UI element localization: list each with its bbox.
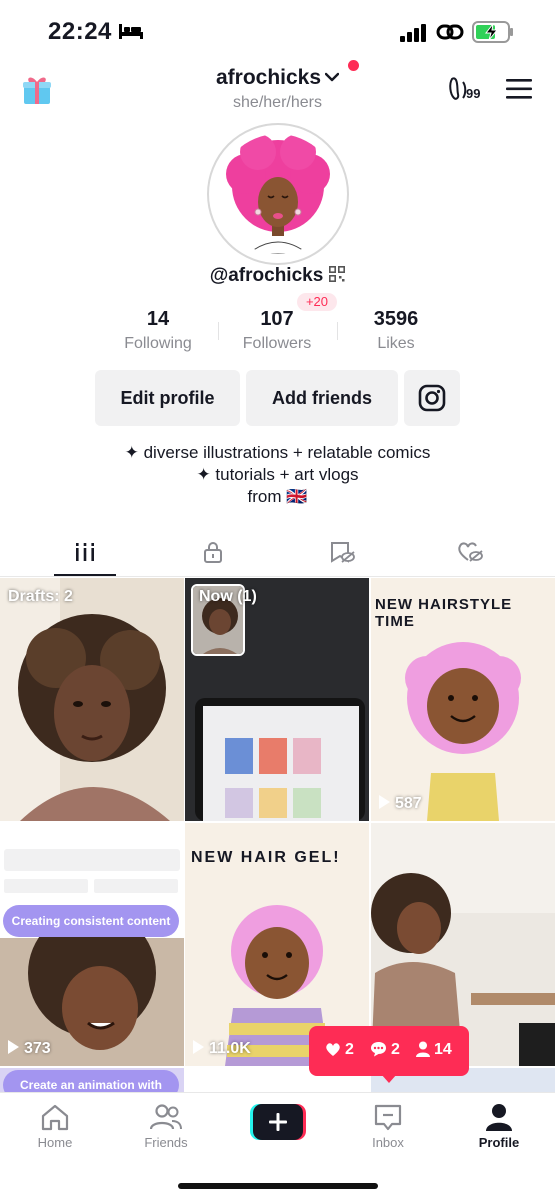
tile-caption: Creating consistent content — [3, 905, 179, 937]
likes-count: 3596 — [373, 308, 419, 330]
nav-friends[interactable]: Friends — [126, 1103, 206, 1150]
bio-line: ✦ tutorials + art vlogs — [196, 465, 359, 484]
drafts-tile[interactable]: Drafts: 2 — [0, 578, 184, 821]
lock-icon — [204, 542, 222, 563]
notif-followers: 14 — [416, 1041, 452, 1059]
video-thumbnail — [0, 823, 184, 1066]
video-tile[interactable]: NEW HAIRSTYLE TIME 587 — [371, 578, 555, 821]
tab-divider — [0, 576, 555, 577]
view-count-value: 587 — [395, 795, 422, 812]
now-label: Now (1) — [199, 588, 257, 605]
bio-line: from 🇬🇧 — [247, 487, 308, 506]
notification-pointer — [381, 1074, 397, 1083]
handle-text: @afrochicks — [209, 265, 324, 286]
tab-liked[interactable] — [438, 536, 500, 576]
battery-charging-icon — [472, 21, 513, 43]
tab-videos[interactable] — [54, 536, 116, 576]
status-time: 22:24 — [48, 18, 112, 45]
stat-likes[interactable]: 3596 Likes — [336, 308, 456, 353]
notif-comments: 2 — [370, 1041, 400, 1059]
profile-views-count: 99 — [466, 86, 481, 101]
view-count: 373 — [8, 1040, 51, 1058]
avatar[interactable] — [218, 134, 338, 254]
profile-handle: @afrochicks — [0, 265, 555, 287]
view-count: 11.0K — [193, 1040, 251, 1058]
profile-views-button[interactable]: 99 — [448, 76, 488, 104]
inbox-icon — [374, 1104, 402, 1131]
heart-hidden-icon — [458, 542, 483, 562]
video-thumbnail — [0, 578, 184, 821]
view-count-value: 373 — [24, 1040, 51, 1057]
chevron-down-icon — [325, 72, 340, 82]
stat-following[interactable]: 14 Following — [98, 308, 218, 353]
video-tile[interactable]: Create an animation with — [0, 1068, 184, 1092]
drafts-label: Drafts: 2 — [8, 588, 73, 605]
now-tile[interactable]: Now (1) — [185, 578, 369, 821]
nav-profile[interactable]: Profile — [459, 1103, 539, 1150]
friends-icon — [150, 1104, 182, 1130]
instagram-button[interactable] — [404, 370, 460, 426]
likes-count-value: 2 — [345, 1041, 354, 1058]
nav-home-label: Home — [37, 1135, 73, 1150]
person-icon — [416, 1041, 430, 1057]
home-indicator — [178, 1183, 378, 1189]
nav-home[interactable]: Home — [15, 1103, 95, 1150]
profile-icon — [486, 1104, 512, 1131]
home-icon — [41, 1104, 69, 1131]
following-count: 14 — [146, 308, 170, 330]
comments-count-value: 2 — [391, 1041, 400, 1058]
tab-saved[interactable] — [310, 536, 372, 576]
play-icon — [8, 1040, 19, 1054]
notification-dot — [348, 60, 359, 71]
create-button[interactable] — [250, 1104, 306, 1140]
view-count: 587 — [379, 795, 422, 813]
add-friends-button[interactable]: Add friends — [246, 370, 398, 426]
nav-inbox[interactable]: Inbox — [348, 1103, 428, 1150]
notif-likes: 2 — [325, 1041, 354, 1059]
bookmark-hidden-icon — [331, 542, 355, 563]
menu-icon[interactable] — [506, 78, 532, 100]
play-icon — [379, 795, 390, 809]
followers-label: Followers — [242, 335, 312, 352]
likes-label: Likes — [377, 335, 415, 352]
followers-count: 107 — [260, 308, 294, 330]
grid-icon — [74, 543, 96, 561]
tile-caption: Create an animation with — [3, 1070, 179, 1092]
status-bar: 22:24 — [0, 0, 555, 60]
tile-caption: NEW HAIRSTYLE TIME — [375, 596, 513, 630]
followers-count-value: 14 — [434, 1041, 452, 1058]
username: afrochicks — [215, 66, 322, 89]
video-tile[interactable]: Creating consistent content 373 — [0, 823, 184, 1066]
personal-hotspot-icon — [436, 24, 464, 40]
avatar-illustration — [218, 134, 338, 254]
comment-icon — [371, 1042, 386, 1057]
tab-private[interactable] — [182, 536, 244, 576]
stat-followers[interactable]: 107 Followers — [217, 308, 337, 353]
tile-caption: NEW HAIR GEL! — [191, 849, 341, 866]
sleep-mode-icon — [119, 24, 143, 39]
play-icon — [193, 1040, 204, 1054]
cellular-signal-icon — [400, 24, 426, 42]
qr-code-icon[interactable] — [329, 266, 346, 282]
bio-line: ✦ diverse illustrations + relatable comi… — [124, 443, 431, 462]
instagram-icon — [418, 384, 446, 412]
activity-notification[interactable]: 2 2 14 — [309, 1026, 469, 1083]
view-count-value: 11.0K — [209, 1040, 251, 1057]
heart-icon — [326, 1043, 340, 1056]
nav-profile-label: Profile — [478, 1135, 520, 1150]
nav-friends-label: Friends — [144, 1135, 188, 1150]
new-followers-badge: +20 — [297, 293, 337, 311]
edit-profile-button[interactable]: Edit profile — [95, 370, 240, 426]
nav-inbox-label: Inbox — [372, 1135, 404, 1150]
following-label: Following — [124, 335, 192, 352]
